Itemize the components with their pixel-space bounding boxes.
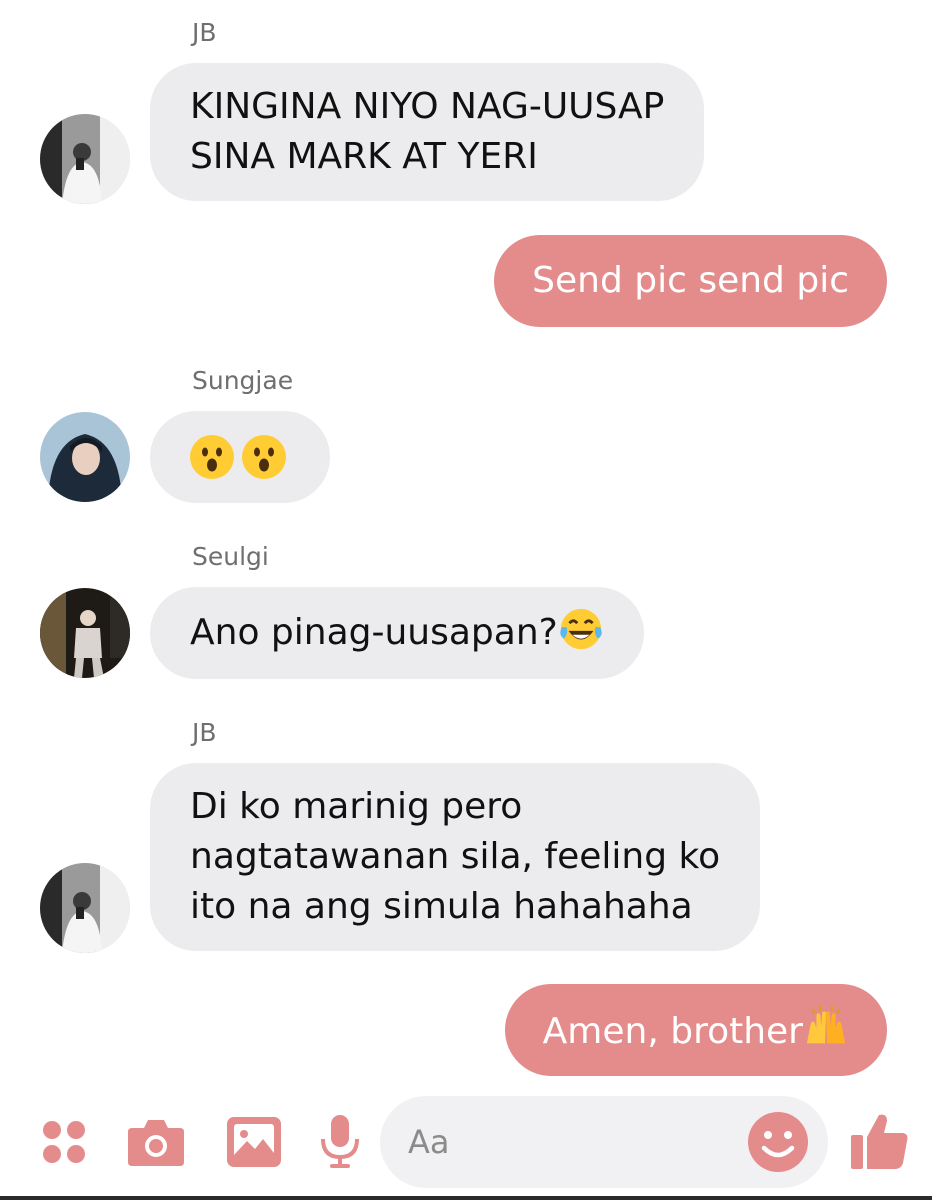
- hushed-face-icon: [190, 435, 234, 479]
- gallery-button[interactable]: [224, 1112, 284, 1172]
- message-text: Amen, brother: [542, 1011, 803, 1052]
- sender-name: JB: [192, 18, 217, 47]
- microphone-button[interactable]: [310, 1112, 370, 1172]
- message-line: ito na ang simula hahahaha: [190, 886, 693, 927]
- avatar-seulgi[interactable]: [40, 588, 130, 678]
- bottom-border: [0, 1196, 932, 1200]
- message-bubble[interactable]: KINGINA NIYO NAG-UUSAP SINA MARK AT YERI: [150, 63, 705, 201]
- message-input[interactable]: [408, 1118, 708, 1166]
- message-line: nagtatawanan sila, feeling ko: [190, 836, 721, 877]
- camera-button[interactable]: [126, 1112, 186, 1172]
- message-bubble[interactable]: Ano pinag-uusapan?: [150, 587, 644, 679]
- raising-hands-icon: [806, 1005, 846, 1044]
- message-text: Ano pinag-uusapan?: [190, 612, 558, 653]
- thumbs-up-button[interactable]: [848, 1108, 912, 1172]
- sender-name: Seulgi: [192, 542, 269, 571]
- hushed-face-icon: [242, 435, 286, 479]
- avatar-jb[interactable]: [40, 863, 130, 953]
- sender-name: Sungjae: [192, 366, 294, 395]
- message-line: SINA MARK AT YERI: [190, 136, 538, 177]
- gallery-icon: [227, 1117, 281, 1167]
- message-input-container: [380, 1096, 828, 1188]
- message-bubble[interactable]: Di ko marinig pero nagtatawanan sila, fe…: [150, 763, 761, 951]
- microphone-icon: [321, 1115, 359, 1168]
- sender-name: JB: [192, 718, 217, 747]
- thumbs-up-icon: [851, 1114, 908, 1169]
- emoji-button[interactable]: [746, 1110, 810, 1174]
- composer-bar: [0, 1092, 932, 1192]
- message-line: KINGINA NIYO NAG-UUSAP: [190, 86, 665, 127]
- apps-button[interactable]: [34, 1112, 94, 1172]
- chat-thread: JB KINGINA NIYO NAG-UUSAP SINA MARK AT Y…: [0, 0, 932, 1200]
- message-bubble-outgoing[interactable]: Amen, brother: [504, 984, 887, 1076]
- camera-icon: [128, 1120, 184, 1166]
- message-text: Send pic send pic: [532, 260, 849, 301]
- avatar-jb[interactable]: [40, 114, 130, 204]
- emoji-icon: [748, 1112, 808, 1172]
- message-line: Di ko marinig pero: [190, 786, 523, 827]
- apps-icon: [43, 1121, 85, 1163]
- message-bubble[interactable]: [150, 411, 330, 503]
- message-bubble-outgoing[interactable]: Send pic send pic: [494, 235, 887, 327]
- avatar-sungjae[interactable]: [40, 412, 130, 502]
- face-with-tears-of-joy-icon: [560, 608, 602, 650]
